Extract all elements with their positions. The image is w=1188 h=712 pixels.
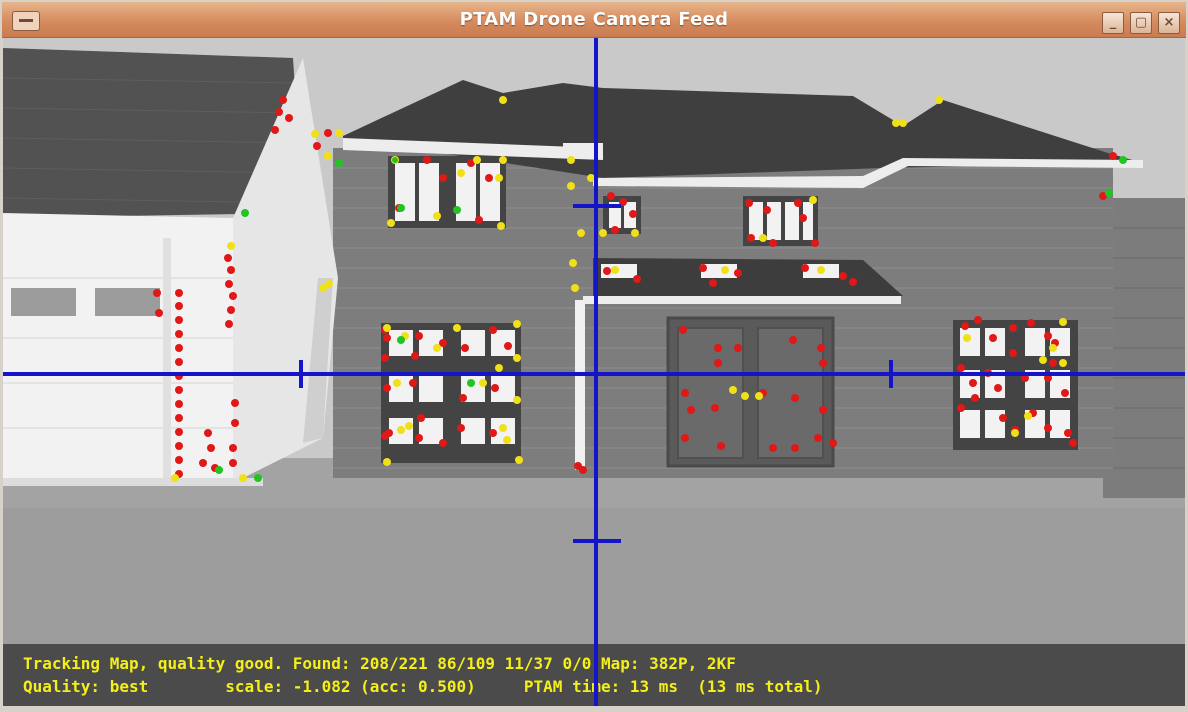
- title-bar[interactable]: PTAM Drone Camera Feed _ ▢ ×: [2, 2, 1186, 38]
- ptam-window: PTAM Drone Camera Feed _ ▢ × Tracking Ma…: [0, 0, 1188, 712]
- maximize-button[interactable]: ▢: [1130, 12, 1152, 34]
- window-title: PTAM Drone Camera Feed: [459, 9, 729, 30]
- minimize-button[interactable]: _: [1102, 12, 1124, 34]
- camera-scene: [3, 38, 1185, 706]
- close-button[interactable]: ×: [1158, 12, 1180, 34]
- tracking-status-text: Tracking Map, quality good. Found: 208/2…: [23, 654, 736, 673]
- quality-status-text: Quality: best scale: -1.082 (acc: 0.500)…: [23, 677, 823, 696]
- camera-feed: Tracking Map, quality good. Found: 208/2…: [3, 38, 1185, 706]
- crosshair-vertical-extension: [594, 644, 598, 706]
- window-bottom-border: [0, 706, 1188, 712]
